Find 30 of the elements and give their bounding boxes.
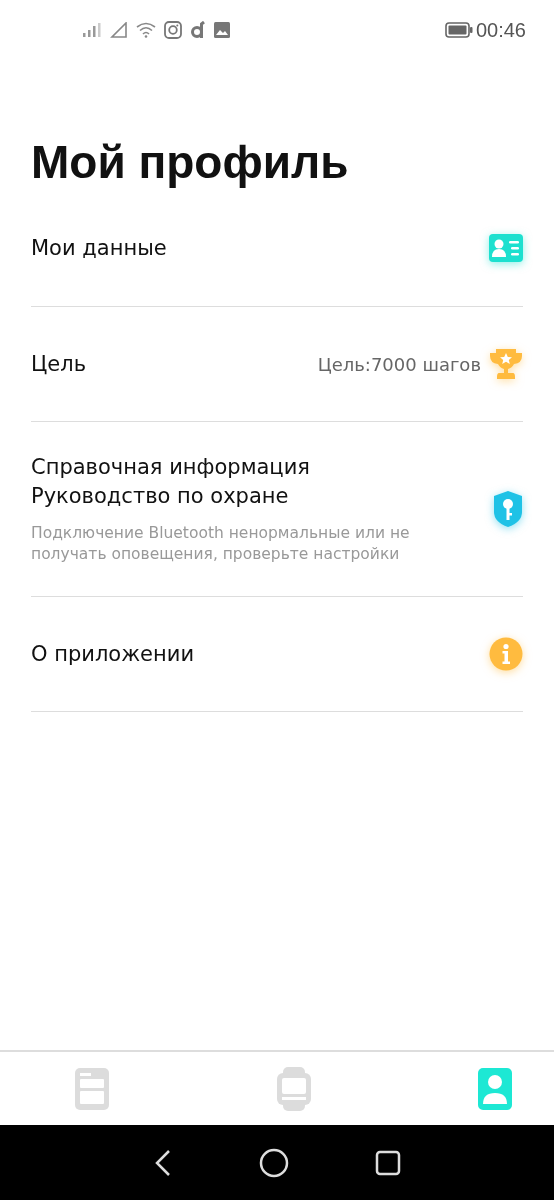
image-icon [214, 22, 230, 38]
item-label: Цель [31, 350, 87, 378]
wifi-icon [136, 22, 156, 38]
battery-icon [444, 22, 473, 38]
profile-icon [478, 1067, 512, 1110]
signal-icon [110, 22, 128, 38]
item-label: Справочная информация [31, 454, 311, 481]
contact-card-icon [489, 234, 523, 262]
home-icon[interactable] [259, 1147, 289, 1178]
page-title: Мой профиль [31, 135, 350, 190]
menu-item[interactable]: Мои данные [31, 190, 523, 307]
menu-item[interactable]: Цель Цель:7000 шагов [31, 307, 523, 422]
menu-item[interactable]: Справочная информация Руководство по охране Подключение Bluetooth ненормальные или не получать оповещения, проверьте настройки [31, 422, 523, 597]
app-icon [190, 21, 206, 39]
signal-icon [82, 22, 102, 38]
clock: 00:46 [475, 18, 526, 42]
recents-icon[interactable] [375, 1149, 401, 1176]
item-label: О приложении [31, 640, 195, 668]
shield-key-icon [493, 490, 523, 528]
back-icon[interactable] [153, 1148, 173, 1177]
item-label: Руководство по охране [31, 483, 290, 510]
item-label: Мои данные [31, 234, 167, 262]
info-icon [489, 637, 523, 671]
camera-icon [164, 21, 182, 39]
menu-item[interactable]: О приложении [31, 597, 523, 712]
trophy-icon [489, 347, 523, 381]
item-description: Подключение Bluetooth ненормальные или не получать оповещения, проверьте настройки [31, 523, 411, 565]
list-icon [75, 1067, 109, 1110]
item-value: Цель:7000 шагов [317, 353, 481, 375]
watch-icon [276, 1066, 311, 1111]
